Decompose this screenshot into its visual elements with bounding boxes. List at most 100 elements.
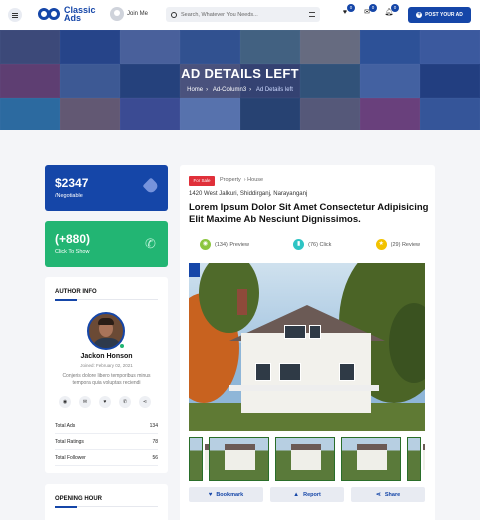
- breadcrumb: Home › Ad-Column3 › Ad Details left: [187, 87, 293, 93]
- logo-line2: Ads: [64, 13, 82, 23]
- opening-hours-card: OPENING HOUR: [45, 484, 168, 520]
- price-tag-icon: [142, 177, 160, 195]
- user-avatar-icon: [110, 7, 124, 21]
- filter-icon[interactable]: [309, 12, 315, 17]
- search-icon: [171, 11, 177, 18]
- breadcrumb-home[interactable]: Home: [187, 87, 203, 93]
- report-button[interactable]: ▲ Report: [270, 487, 344, 502]
- status-badge: For Sale: [189, 176, 215, 186]
- star-icon: ★: [375, 239, 387, 250]
- ad-metrics: ◉ (134) Preview ▮ (76) Click ★ (29) Revi…: [200, 239, 420, 250]
- logo-text: Classic Ads: [64, 6, 100, 23]
- bookmark-flag-icon[interactable]: [189, 263, 200, 277]
- join-link[interactable]: Join Me: [110, 7, 148, 21]
- menu-icon[interactable]: [8, 8, 22, 22]
- notifications-badge: 0: [391, 4, 399, 12]
- metric-count: (134): [215, 241, 228, 248]
- stat-label: Total Ads: [55, 423, 76, 429]
- ad-title: Lorem Ipsum Dolor Sit Amet Consectetur A…: [189, 202, 429, 225]
- metric-label: Review: [401, 241, 420, 248]
- stat-label: Total Ratings: [55, 439, 84, 445]
- share-icon: ⋖: [375, 492, 381, 498]
- category-link[interactable]: Property: [220, 177, 241, 183]
- stat-label: Total Follower: [55, 455, 86, 461]
- logo[interactable]: Classic Ads: [38, 6, 100, 23]
- thumbnail[interactable]: [341, 437, 401, 481]
- category-breadcrumb: Property › House: [220, 177, 264, 183]
- breadcrumb-ad-column3[interactable]: Ad-Column3: [213, 87, 246, 93]
- click-icon: ▮: [293, 239, 305, 250]
- bookmark-label: Bookmark: [216, 491, 244, 498]
- share-button[interactable]: ⋖ Share: [351, 487, 425, 502]
- post-ad-label: POST YOUR AD: [425, 12, 463, 18]
- metric-review: ★ (29) Review: [375, 239, 420, 250]
- logo-mark: [38, 6, 62, 22]
- divider: [55, 298, 158, 301]
- warning-icon: ▲: [293, 491, 300, 498]
- stat-value: 134: [149, 423, 158, 429]
- thumbnail[interactable]: [209, 437, 269, 481]
- subcategory-link[interactable]: House: [247, 177, 263, 183]
- author-description: Conjeris dolore libero temporibus minus …: [62, 373, 151, 386]
- metric-label: Preview: [229, 241, 249, 248]
- stat-value: 56: [152, 455, 158, 461]
- messages-badge: 0: [369, 4, 377, 12]
- breadcrumb-current: Ad Details left: [255, 87, 293, 93]
- phone-icon: ✆: [145, 236, 156, 251]
- share-label: Share: [384, 491, 401, 498]
- price-note: /Negotiable: [55, 193, 83, 199]
- metric-click: ▮ (76) Click: [293, 239, 331, 250]
- divider: [55, 505, 158, 508]
- thumbnail[interactable]: [407, 437, 425, 481]
- metric-preview: ◉ (134) Preview: [200, 239, 249, 250]
- phone-note: Click To Show: [55, 249, 90, 255]
- heart-icon: ♥: [208, 491, 213, 498]
- report-label: Report: [303, 491, 321, 498]
- eye-icon[interactable]: ◉: [59, 396, 71, 408]
- favorites-badge: 0: [347, 4, 355, 12]
- main-ad-image[interactable]: [189, 263, 425, 431]
- plus-icon: +: [416, 12, 423, 18]
- hours-heading: OPENING HOUR: [55, 496, 103, 502]
- metric-count: (29): [390, 241, 401, 248]
- price-value: $2347: [55, 176, 89, 190]
- eye-icon: ◉: [200, 239, 211, 250]
- heart-icon[interactable]: ♥ 0: [340, 4, 355, 18]
- online-status-icon: [119, 343, 125, 349]
- mail-icon[interactable]: ✉ 0: [362, 4, 377, 18]
- post-ad-button[interactable]: + POST YOUR AD: [408, 7, 471, 23]
- stat-row: Total Follower 56: [55, 450, 158, 466]
- join-label: Join Me: [127, 11, 149, 17]
- hero-banner: AD DETAILS LEFT Home › Ad-Column3 › Ad Det…: [0, 30, 480, 130]
- thumbnail[interactable]: [189, 437, 235, 481]
- ad-details-card: For Sale Property › House 1420 West Jalku…: [180, 165, 435, 520]
- share-icon[interactable]: ⋖: [139, 396, 151, 408]
- search-input[interactable]: Search, Whatever You Needs...: [166, 7, 320, 22]
- metric-label: Click: [319, 241, 332, 248]
- metric-count: (76): [308, 241, 318, 248]
- envelope-icon[interactable]: ✉: [79, 396, 91, 408]
- author-card: AUTHOR INFO Jackon Honson Joined: Februa…: [45, 277, 168, 473]
- social-links: ◉ ✉ ♥ ✆ ⋖: [59, 396, 159, 408]
- phone-card[interactable]: (+880) Click To Show ✆: [45, 221, 168, 267]
- author-stats: Total Ads 134 Total Ratings 78 Total Follo…: [55, 418, 158, 466]
- ad-address: 1420 West Jalkuri, Shiddirganj, Narayang…: [189, 191, 308, 197]
- bell-icon[interactable]: 🔔︎ 0: [384, 4, 399, 18]
- bookmark-button[interactable]: ♥ Bookmark: [189, 487, 263, 502]
- stat-row: Total Ads 134: [55, 418, 158, 434]
- top-header: Classic Ads Join Me Search, Whatever You…: [0, 0, 480, 30]
- author-joined: Joined: February 02, 2021: [80, 363, 133, 368]
- stat-value: 78: [152, 439, 158, 445]
- page-title: AD DETAILS LEFT: [181, 66, 299, 81]
- image-thumbnails: [189, 437, 425, 481]
- heart-icon[interactable]: ♥: [99, 396, 111, 408]
- ad-actions: ♥ Bookmark ▲ Report ⋖ Share: [189, 487, 425, 502]
- search-placeholder: Search, Whatever You Needs...: [181, 11, 258, 18]
- price-card: $2347 /Negotiable: [45, 165, 168, 211]
- phone-value: (+880): [55, 232, 91, 246]
- phone-icon[interactable]: ✆: [119, 396, 131, 408]
- author-name[interactable]: Jackon Honson: [45, 353, 168, 360]
- stat-row: Total Ratings 78: [55, 434, 158, 450]
- author-heading: AUTHOR INFO: [55, 289, 97, 295]
- thumbnail[interactable]: [275, 437, 335, 481]
